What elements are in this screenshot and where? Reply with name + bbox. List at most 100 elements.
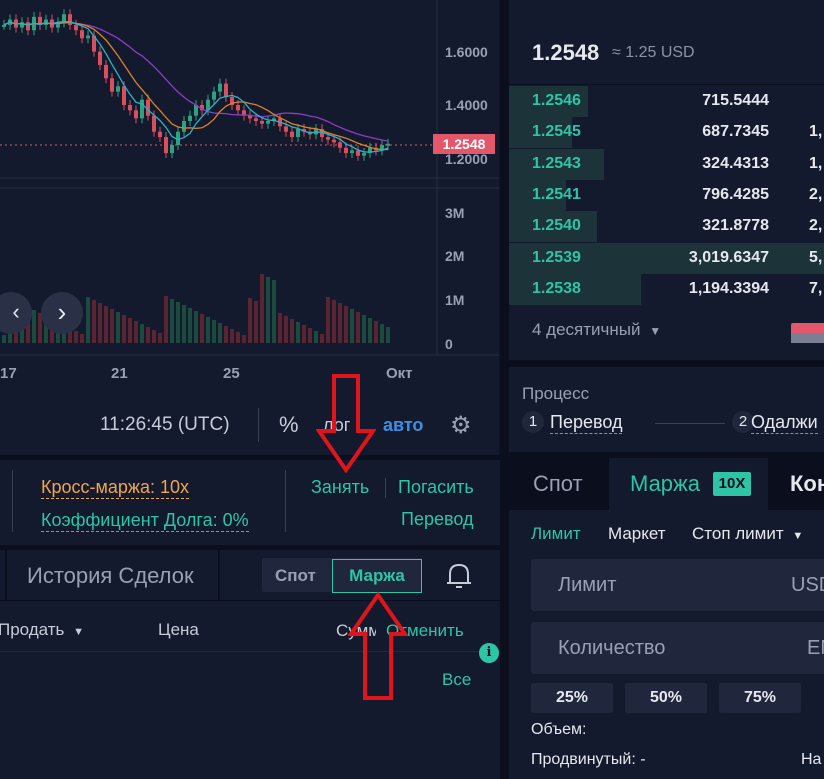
date-tick: Окт — [386, 365, 413, 382]
orderbook-price: 1.2546 — [532, 92, 581, 109]
orderbook-row[interactable]: 1.2546 715.5444 — [509, 86, 824, 117]
borrow-link[interactable]: Занять — [311, 477, 369, 498]
limit-price-input[interactable]: Лимит USD — [531, 559, 824, 611]
orderbook-row[interactable]: 1.2545 687.7345 1, — [509, 117, 824, 149]
orderbook-row[interactable]: 1.2538 1,194.3394 7, — [509, 273, 824, 305]
orderbook-row[interactable]: 1.2540 321.8778 2, — [509, 211, 824, 243]
row-separator — [0, 651, 500, 652]
stop-limit-label: Стоп лимит — [692, 524, 784, 543]
debt-ratio-label: Коэффициент Долга: 0% — [41, 510, 249, 532]
volume-bar — [176, 302, 180, 343]
col-sell[interactable]: Продать ▼ — [0, 620, 84, 640]
orderbook-row[interactable]: 1.2541 796.4285 2, — [509, 179, 824, 211]
order-book: 1.2548 ≈ 1.25 USD 1.2546 715.5444 1.2545 68… — [509, 0, 824, 360]
orderbook-price: 1.2538 — [532, 279, 581, 297]
candle — [62, 14, 66, 23]
moving-average-line — [3, 21, 389, 153]
orderbook-total: 1, — [809, 123, 823, 141]
volume-bar — [326, 297, 330, 343]
orderbook-price: 1.2541 — [532, 185, 581, 203]
orderbook-total: 5, — [809, 248, 823, 266]
margin-toggle[interactable]: Маржа — [332, 559, 422, 593]
step-1-transfer[interactable]: Перевод — [550, 412, 623, 434]
scroll-right-button[interactable]: › — [41, 292, 83, 334]
volume-bar — [32, 310, 36, 343]
volume-bar — [296, 322, 300, 343]
volume-bar — [386, 327, 390, 343]
percent-75-button[interactable]: 75% — [719, 683, 801, 713]
volume-bar — [230, 329, 234, 343]
candle — [26, 22, 30, 31]
volume-bar — [338, 303, 342, 343]
process-panel: Процесс 1 Перевод 2 Одалжи — [509, 367, 824, 452]
orderbook-price: 1.2539 — [532, 248, 581, 266]
candle — [110, 78, 114, 92]
tab-margin[interactable]: Маржа — [630, 471, 700, 497]
price-chart[interactable] — [0, 0, 500, 455]
repay-link[interactable]: Погасить — [398, 477, 474, 498]
book-view-icon[interactable] — [791, 323, 824, 343]
orderbook-total: 1, — [809, 154, 823, 172]
last-price-usd: ≈ 1.25 USD — [612, 44, 695, 61]
auto-toggle[interactable]: авто — [383, 415, 423, 436]
cross-margin-label: Кросс-маржа: 10x — [41, 477, 189, 499]
link-separator — [385, 478, 386, 498]
orderbook-row[interactable]: 1.2543 324.4313 1, — [509, 148, 824, 180]
order-type-limit[interactable]: Лимит — [531, 524, 581, 544]
transfer-link[interactable]: Перевод — [401, 509, 473, 530]
tab-conditional[interactable]: Кон — [790, 471, 824, 497]
candle — [188, 115, 192, 122]
gear-icon[interactable]: ⚙ — [450, 411, 472, 440]
volume-bar — [362, 315, 366, 343]
volume-tick: 1M — [445, 292, 465, 308]
candle — [98, 51, 102, 65]
candle — [266, 121, 270, 124]
info-icon[interactable]: i — [479, 643, 499, 663]
volume-bar — [272, 280, 276, 343]
quantity-input-unit: EN — [807, 637, 824, 659]
date-tick: 25 — [223, 365, 240, 382]
date-tick: 21 — [111, 365, 128, 382]
percent-toggle[interactable]: % — [279, 412, 299, 438]
candle — [104, 64, 108, 79]
step-2-borrow[interactable]: Одалжи — [751, 412, 818, 434]
spot-toggle[interactable]: Спот — [275, 566, 316, 586]
orders-history-panel: История Сделок Спот Маржа Продать ▼ Цена… — [0, 550, 500, 779]
step-connector — [655, 423, 725, 424]
volume-bar — [170, 299, 174, 343]
quantity-input[interactable]: Количество EN — [531, 622, 824, 674]
quantity-input-placeholder: Количество — [558, 637, 666, 659]
order-type-market[interactable]: Маркет — [608, 524, 666, 544]
tab-spot[interactable]: Спот — [533, 471, 583, 497]
col-price: Цена — [158, 620, 199, 639]
header-separator — [0, 600, 500, 601]
volume-bar — [92, 300, 96, 343]
candle — [152, 115, 156, 132]
tab-trade-history[interactable]: История Сделок — [27, 563, 194, 589]
volume-bar — [308, 328, 312, 343]
decimals-select[interactable]: 4 десятичный ▼ — [532, 320, 661, 340]
candle — [2, 24, 6, 27]
annotation-arrow-up — [348, 592, 408, 700]
bell-icon[interactable] — [446, 561, 472, 591]
volume-bar — [140, 324, 144, 343]
candle — [74, 24, 78, 31]
volume-tick: 3M — [445, 205, 465, 221]
volume-bar — [380, 324, 384, 343]
leverage-badge: 10X — [713, 472, 751, 496]
orderbook-amount: 3,019.6347 — [688, 248, 769, 266]
percent-25-button[interactable]: 25% — [531, 683, 613, 713]
volume-bar — [74, 331, 78, 343]
order-type-stop-limit[interactable]: Стоп лимит ▼ — [692, 524, 803, 544]
volume-bar — [146, 327, 150, 343]
orderbook-price: 1.2540 — [532, 217, 581, 235]
candle — [356, 150, 360, 156]
volume-bar — [266, 277, 270, 343]
orderbook-row[interactable]: 1.2539 3,019.6347 5, — [509, 242, 824, 274]
price-tick: 1.4000 — [445, 97, 488, 113]
all-filter-link[interactable]: Все — [442, 670, 471, 690]
percent-50-button[interactable]: 50% — [625, 683, 707, 713]
decimals-label: 4 десятичный — [532, 320, 641, 339]
volume-bar — [104, 306, 108, 343]
margin-info-panel: Кросс-маржа: 10x Коэффициент Долга: 0% З… — [0, 460, 500, 545]
